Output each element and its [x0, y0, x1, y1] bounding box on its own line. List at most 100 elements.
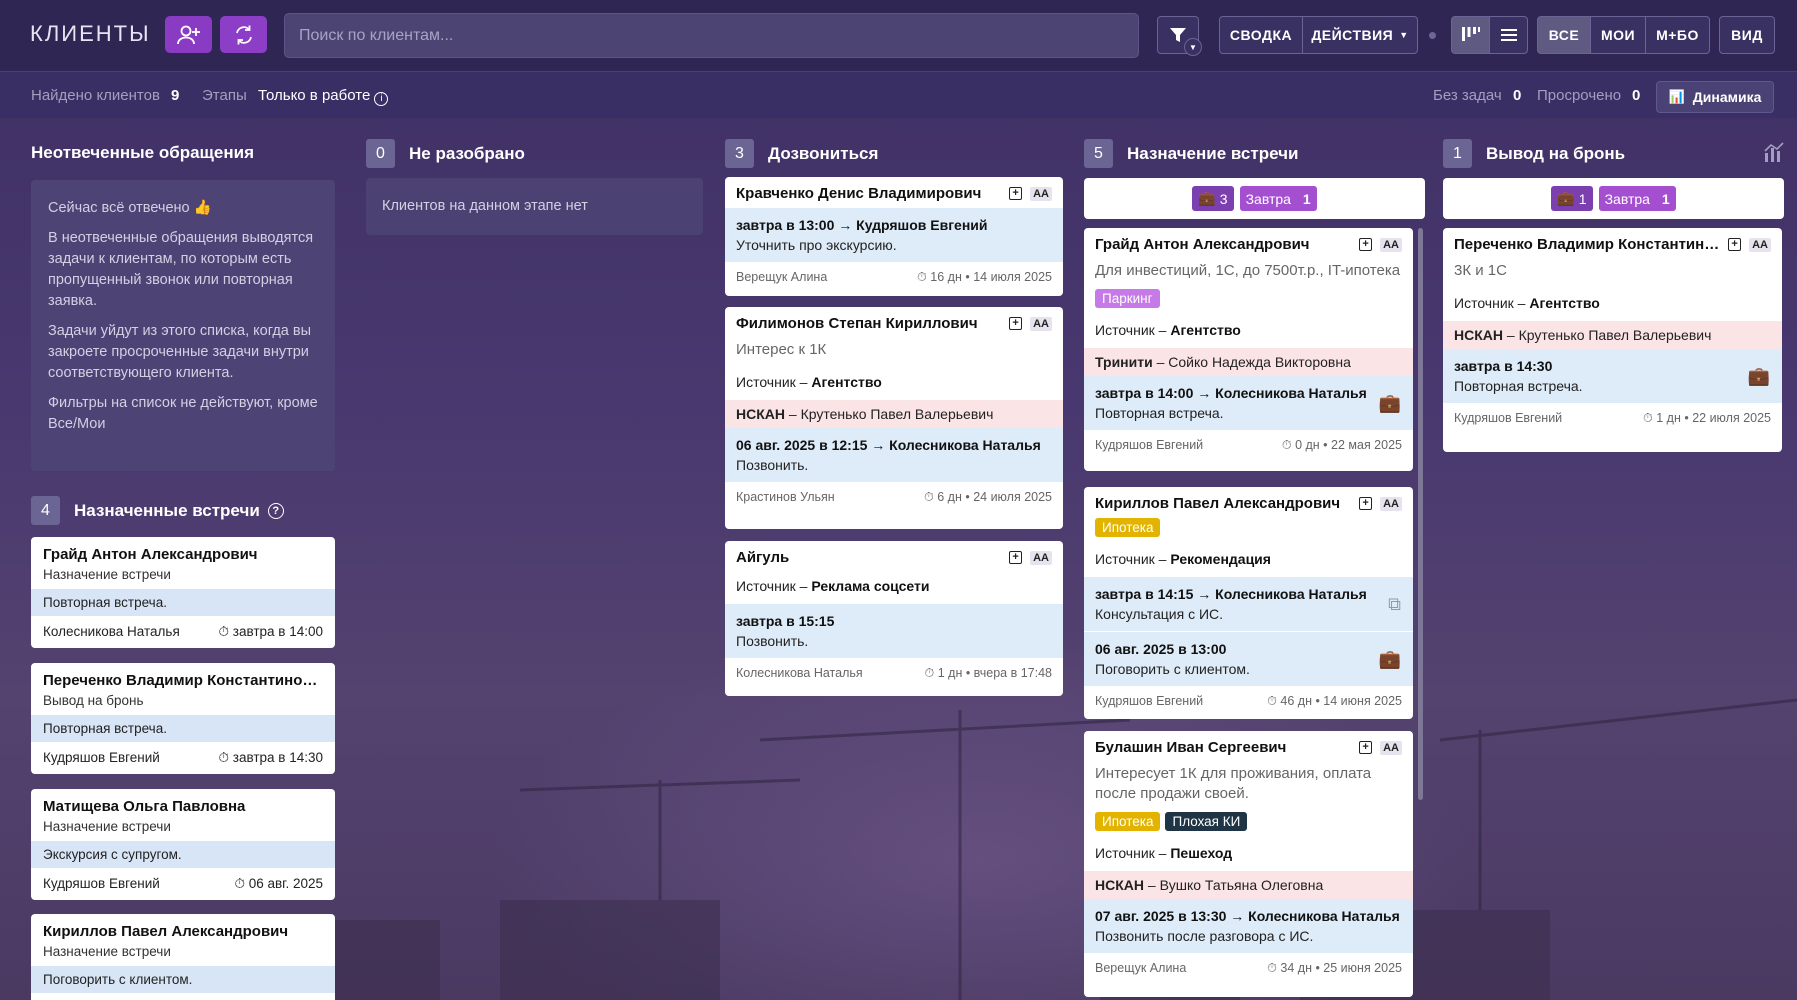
source-value: Агентство: [1170, 322, 1241, 338]
help-icon[interactable]: ?: [267, 502, 284, 519]
agent-name: – Крутенько Павел Валерьевич: [1503, 327, 1712, 343]
column-summary: 💼 1 Завтра 1: [1443, 178, 1784, 219]
client-name: Кириллов Павел Александрович: [1095, 495, 1341, 512]
no-tasks-count: 0: [1513, 87, 1522, 104]
meeting-note: Повторная встреча.: [31, 715, 335, 742]
meetings-chip[interactable]: 💼 3: [1192, 186, 1234, 211]
refresh-button[interactable]: [220, 16, 267, 53]
view-button[interactable]: ВИД: [1719, 16, 1775, 54]
client-card[interactable]: Филимонов Степан Кириллович + АА Интерес к…: [725, 307, 1063, 529]
stage-name: Вывод на бронь: [43, 693, 144, 708]
actions-dropdown[interactable]: ДЕЙСТВИЯ ▼: [1302, 16, 1418, 54]
meeting-card[interactable]: Переченко Владимир Константинович Вывод …: [31, 663, 335, 774]
no-tasks-label: Без задач: [1433, 87, 1502, 104]
add-task-icon[interactable]: +: [1359, 497, 1373, 510]
client-name: Грайд Антон Александрович: [1095, 236, 1310, 253]
client-card[interactable]: Айгуль + АА Источник – Реклама соцсети зав…: [725, 541, 1063, 696]
task-text: Повторная встреча.: [1095, 405, 1224, 421]
client-name: Кириллов Павел Александрович: [43, 923, 289, 940]
card-meta-text: 0 дн • 22 мая 2025: [1295, 438, 1402, 452]
client-description: Интерес к 1К: [736, 341, 827, 358]
client-description: Интересует 1К для проживания, оплата пос…: [1095, 765, 1372, 802]
client-card[interactable]: Кириллов Павел Александрович + АА Ипотека …: [1084, 487, 1413, 719]
add-task-icon[interactable]: +: [1009, 187, 1023, 200]
agency-block: НСКАН – Вушко Татьяна Олеговна: [1084, 871, 1413, 899]
task-time: 07 авг. 2025 в 13:30 → Колесникова Натал…: [1095, 908, 1400, 924]
card-meta: ⏱ 46 дн • 14 июня 2025: [1267, 694, 1402, 709]
meeting-time-text: завтра в 14:00: [232, 624, 323, 639]
meeting-card[interactable]: Матищева Ольга Павловна Назначение встре…: [31, 789, 335, 900]
tomorrow-chip[interactable]: Завтра 1: [1239, 186, 1317, 211]
client-name: Переченко Владимир Константинович: [1454, 236, 1724, 253]
tomorrow-count: 1: [1661, 190, 1670, 207]
source-value: Рекомендация: [1170, 551, 1271, 567]
meetings-title: 4 Назначенные встречи?: [31, 496, 284, 525]
add-task-icon[interactable]: +: [1359, 238, 1373, 251]
card-meta-text: 1 дн • 22 июля 2025: [1656, 411, 1771, 425]
filter-all-button[interactable]: ВСЕ: [1537, 16, 1591, 54]
add-task-icon[interactable]: +: [1009, 551, 1023, 564]
add-task-icon[interactable]: +: [1009, 317, 1023, 330]
task-time: завтра в 14:30: [1454, 358, 1553, 374]
task-text: Позвонить.: [736, 457, 809, 473]
stages-value[interactable]: Только в работе i: [258, 87, 389, 106]
filter-mbo-button[interactable]: М+БО: [1645, 16, 1710, 54]
source-value: Агентство: [811, 374, 882, 390]
column-title-text: Не разобрано: [409, 143, 525, 163]
copy-icon: ⧉: [1388, 594, 1401, 614]
task-time: завтра в 14:00 → Колесникова Наталья: [1095, 385, 1367, 401]
add-task-icon[interactable]: +: [1728, 238, 1742, 251]
tag-parking: Паркинг: [1095, 289, 1160, 308]
tomorrow-chip[interactable]: Завтра 1: [1598, 186, 1676, 211]
initials-badge: АА: [1380, 740, 1402, 755]
client-card[interactable]: Грайд Антон Александрович + АА Для инвести…: [1084, 228, 1413, 471]
task-time: 06 авг. 2025 в 13:00: [1095, 641, 1227, 657]
lead-source: Источник – Агентство: [725, 368, 1063, 400]
clock-icon: ⏱: [1281, 438, 1292, 452]
column-scrollbar[interactable]: [1418, 228, 1423, 800]
add-task-icon[interactable]: +: [1359, 741, 1373, 754]
briefcase-icon: 💼: [1378, 649, 1401, 669]
assignee: Колесникова Наталья: [43, 624, 180, 639]
search-input[interactable]: [284, 13, 1139, 58]
column-stats-icon[interactable]: [1763, 141, 1785, 168]
task-time: завтра в 13:00 → Кудряшов Евгений: [736, 217, 988, 233]
meeting-time: ⏱ 06 авг. 2025: [234, 876, 323, 892]
lead-source: Источник – Рекомендация: [1084, 545, 1413, 577]
meeting-card[interactable]: Кириллов Павел Александрович Назначение …: [31, 914, 335, 1000]
meeting-time-text: 06 авг. 2025: [248, 876, 323, 891]
card-meta-text: 16 дн • 14 июля 2025: [930, 270, 1052, 284]
meetings-chip-count: 1: [1578, 190, 1587, 207]
task-text: Повторная встреча.: [1454, 378, 1583, 394]
source-label: Источник –: [1095, 322, 1171, 338]
filter-dropdown-badge[interactable]: ▼: [1184, 38, 1202, 56]
dynamics-button[interactable]: 📊 Динамика: [1656, 81, 1774, 113]
clock-icon: ⏱: [218, 750, 229, 765]
task-time: 06 авг. 2025 в 12:15 → Колесникова Натал…: [736, 437, 1041, 453]
filter-mine-button[interactable]: МОИ: [1590, 16, 1646, 54]
task-text: Поговорить с клиентом.: [1095, 661, 1250, 677]
client-card[interactable]: Кравченко Денис Владимирович + АА завтра в…: [725, 177, 1063, 296]
stage-name: Назначение встречи: [43, 944, 171, 959]
client-name: Айгуль: [736, 549, 790, 566]
chart-icon: 📊: [1668, 89, 1685, 104]
tomorrow-label: Завтра: [1245, 190, 1291, 207]
kanban-view-button[interactable]: [1451, 16, 1490, 54]
meetings-chip[interactable]: 💼 1: [1551, 186, 1593, 211]
source-value: Агентство: [1529, 295, 1600, 311]
info-text: Сейчас всё отвечено 👍: [48, 200, 212, 216]
dynamics-label: Динамика: [1692, 89, 1762, 105]
list-view-button[interactable]: [1489, 16, 1528, 54]
actions-label: ДЕЙСТВИЯ: [1311, 27, 1394, 43]
column-title-unsorted: 0 Не разобрано: [366, 139, 525, 168]
briefcase-icon: 💼: [1557, 190, 1575, 206]
meeting-card[interactable]: Грайд Антон Александрович Назначение вст…: [31, 537, 335, 648]
client-card[interactable]: Переченко Владимир Константинович + АА 3К …: [1443, 228, 1782, 452]
add-client-button[interactable]: [165, 16, 212, 53]
column-title-booking: 1 Вывод на бронь: [1443, 139, 1625, 168]
client-card[interactable]: Булашин Иван Сергеевич + АА Интересует 1К …: [1084, 731, 1413, 997]
summary-button[interactable]: СВОДКА: [1219, 16, 1303, 54]
manager: Кудряшов Евгений: [1095, 694, 1204, 708]
card-meta-text: 6 дн • 24 июля 2025: [937, 490, 1052, 504]
assignee: Кудряшов Евгений: [43, 876, 160, 891]
